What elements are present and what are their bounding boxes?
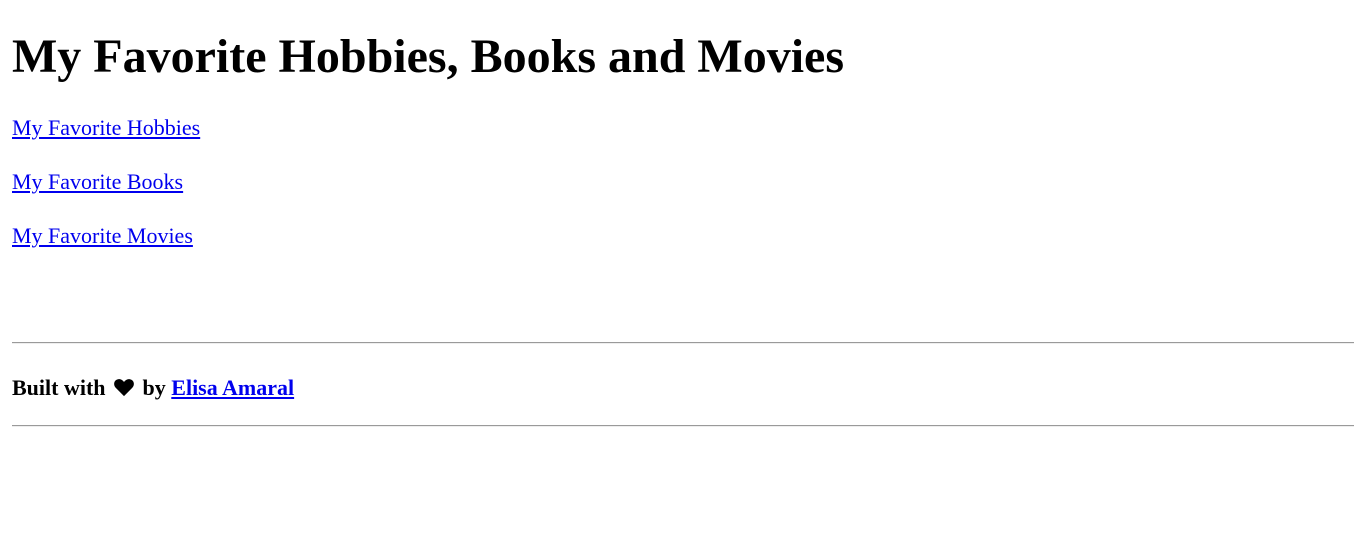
page: My Favorite Hobbies, Books and Movies My… xyxy=(0,0,1366,537)
link-my-favorite-books[interactable]: My Favorite Books xyxy=(12,169,183,195)
built-with-text: Built with xyxy=(12,375,106,400)
footer-credit: Built with by Elisa Amaral xyxy=(12,375,294,401)
page-title: My Favorite Hobbies, Books and Movies xyxy=(12,30,845,83)
author-link[interactable]: Elisa Amaral xyxy=(171,375,294,400)
by-text: by xyxy=(142,375,166,400)
heart-icon xyxy=(113,377,135,397)
link-my-favorite-movies[interactable]: My Favorite Movies xyxy=(12,223,193,249)
link-my-favorite-hobbies[interactable]: My Favorite Hobbies xyxy=(12,115,200,141)
footer-divider-top xyxy=(12,342,1354,344)
footer-divider-bottom xyxy=(12,425,1354,427)
